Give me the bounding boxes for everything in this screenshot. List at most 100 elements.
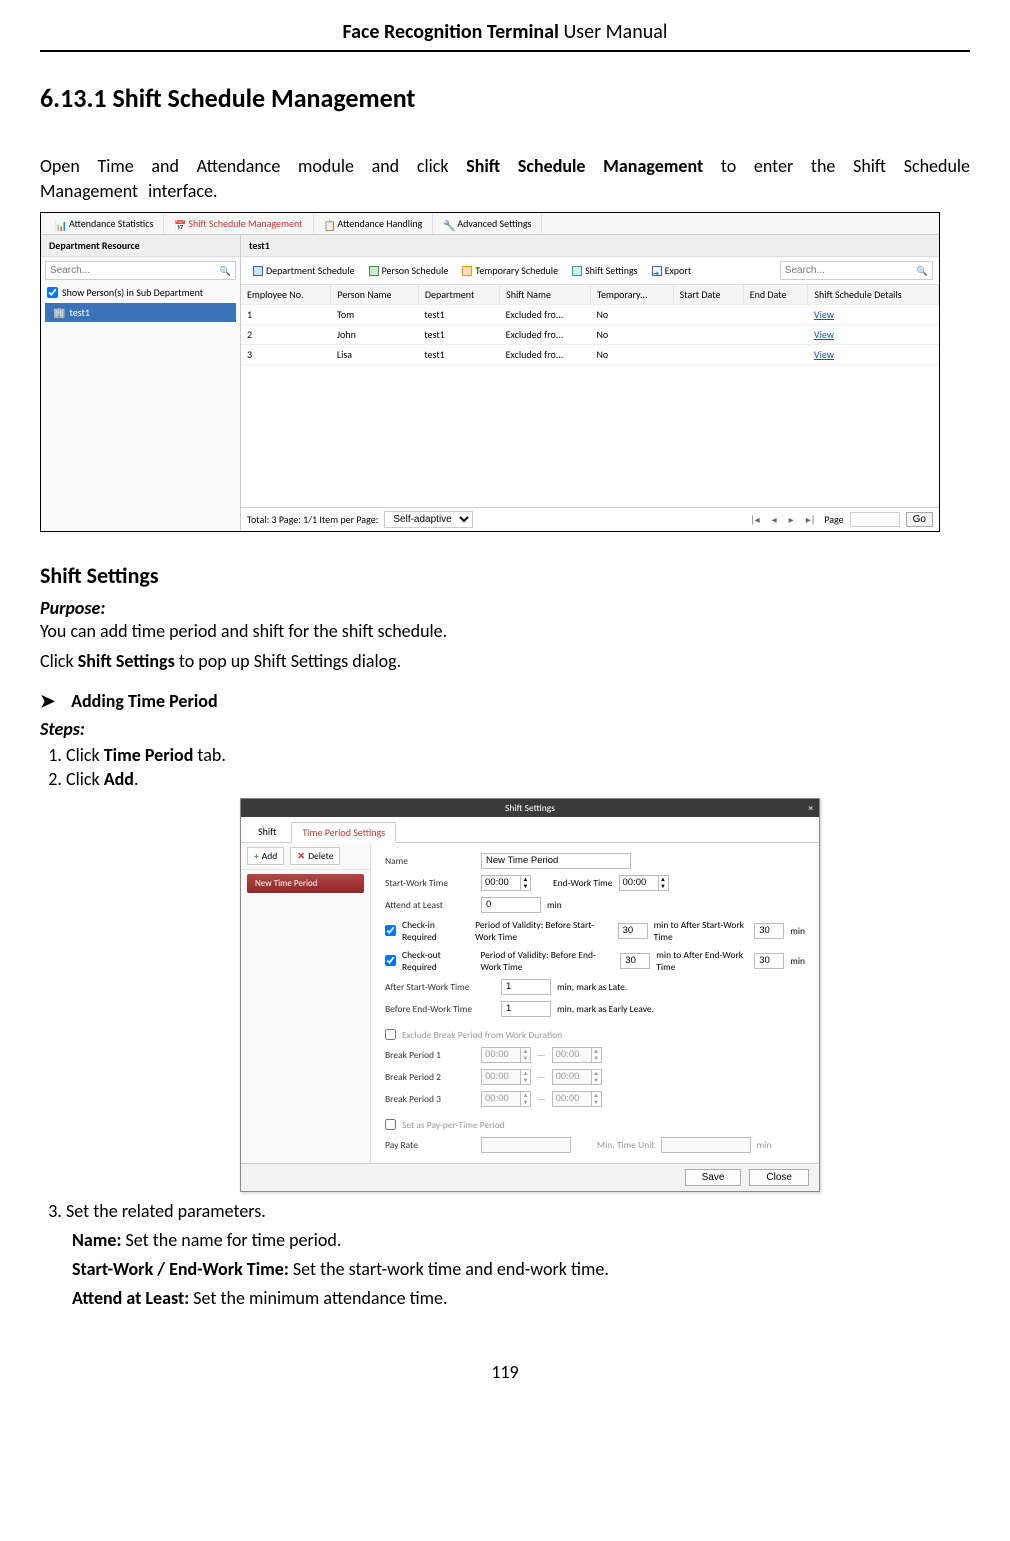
- chevron-down-icon[interactable]: ▼: [521, 883, 530, 890]
- col-end-date[interactable]: End Date: [743, 285, 808, 305]
- view-link[interactable]: View: [814, 328, 834, 341]
- pager-first[interactable]: |◂: [747, 513, 763, 526]
- tab-attendance-handling[interactable]: 📋 Attendance Handling: [314, 214, 434, 233]
- purpose-text: You can add time period and shift for th…: [40, 619, 970, 644]
- view-link[interactable]: View: [814, 308, 834, 321]
- min-time-unit-input[interactable]: [661, 1137, 751, 1153]
- break2-start[interactable]: [482, 1070, 520, 1084]
- main-search[interactable]: [780, 261, 933, 280]
- checkout-required-checkbox[interactable]: [385, 955, 396, 966]
- add-button[interactable]: +Add: [247, 847, 284, 865]
- break2-end[interactable]: [553, 1070, 591, 1084]
- page-label: Page: [824, 513, 843, 526]
- close-button[interactable]: Close: [749, 1169, 809, 1186]
- delete-button[interactable]: ✕Delete: [290, 847, 340, 865]
- department-schedule-button[interactable]: Department Schedule: [247, 262, 361, 279]
- after-start-input[interactable]: [754, 923, 784, 939]
- section-title: Shift Schedule Management: [113, 82, 416, 114]
- step-2: Click Add.: [66, 768, 970, 790]
- break3-start[interactable]: [482, 1092, 520, 1106]
- late-threshold-input[interactable]: [501, 979, 551, 995]
- sidebar-search[interactable]: [45, 261, 236, 280]
- schedule-table: Employee No. Person Name Department Shif…: [241, 285, 939, 365]
- pay-per-time-checkbox[interactable]: [385, 1119, 396, 1130]
- click-shift-settings: Click Shift Settings to pop up Shift Set…: [40, 649, 970, 674]
- table-row[interactable]: 2 John test1 Excluded fro... No View: [241, 325, 939, 345]
- tab-attendance-statistics[interactable]: 📊 Attendance Statistics: [45, 214, 164, 233]
- page-input[interactable]: [850, 512, 900, 527]
- items-per-page-select[interactable]: Self-adaptive: [384, 511, 473, 528]
- pager-summary: Total: 3 Page: 1/1 Item per Page:: [247, 513, 378, 526]
- checkin-required-checkbox[interactable]: [385, 925, 396, 936]
- go-button[interactable]: Go: [906, 512, 933, 527]
- steps-list-cont: Set the related parameters.: [66, 1200, 970, 1222]
- table-row[interactable]: 1 Tom test1 Excluded fro... No View: [241, 305, 939, 325]
- exclude-break-label: Exclude Break Period from Work Duration: [402, 1029, 562, 1041]
- col-temporary[interactable]: Temporary...: [590, 285, 673, 305]
- start-work-spinner[interactable]: ▲▼: [481, 875, 531, 891]
- end-work-label: End-Work Time: [553, 877, 613, 889]
- tab-time-period-settings[interactable]: Time Period Settings: [291, 822, 396, 843]
- temporary-schedule-button[interactable]: Temporary Schedule: [456, 262, 564, 279]
- dept-icon: [253, 266, 263, 276]
- end-work-spinner[interactable]: ▲▼: [619, 875, 669, 891]
- shift-settings-button[interactable]: Shift Settings: [566, 262, 644, 279]
- period-list-item[interactable]: New Time Period: [247, 874, 364, 893]
- col-empno[interactable]: Employee No.: [241, 285, 331, 305]
- col-shift-name[interactable]: Shift Name: [500, 285, 591, 305]
- pay-per-time-label: Set as Pay-per-Time Period: [402, 1119, 505, 1131]
- pay-rate-input[interactable]: [481, 1137, 571, 1153]
- x-icon: ✕: [297, 850, 305, 862]
- main-search-input[interactable]: [785, 265, 917, 276]
- search-icon[interactable]: [917, 264, 928, 277]
- section-number: 6.13.1: [40, 82, 107, 114]
- stats-icon: 📊: [55, 219, 65, 229]
- wrench-icon: 🔧: [443, 219, 453, 229]
- pager-last[interactable]: ▸|: [803, 513, 819, 526]
- pov-before-end: Period of Validity: Before End-Work Time: [480, 949, 614, 973]
- search-icon[interactable]: [220, 264, 231, 277]
- table-row[interactable]: 3 Lisa test1 Excluded fro... No View: [241, 345, 939, 365]
- before-start-input[interactable]: [618, 923, 648, 939]
- pager-prev[interactable]: ◂: [769, 513, 780, 526]
- param-name: Name: Set the name for time period.: [72, 1228, 970, 1253]
- shift-settings-heading: Shift Settings: [40, 562, 970, 589]
- name-label: Name: [385, 855, 475, 867]
- col-person-name[interactable]: Person Name: [331, 285, 418, 305]
- person-schedule-button[interactable]: Person Schedule: [363, 262, 455, 279]
- tree-item-test1[interactable]: 🏢 test1: [45, 303, 236, 322]
- export-button[interactable]: Export: [646, 262, 698, 279]
- col-details[interactable]: Shift Schedule Details: [808, 285, 939, 305]
- attend-input[interactable]: [481, 897, 541, 913]
- page-header: Face Recognition Terminal User Manual: [40, 20, 970, 52]
- view-link[interactable]: View: [814, 348, 834, 361]
- exclude-break-checkbox[interactable]: [385, 1029, 396, 1040]
- before-end-input[interactable]: [620, 953, 650, 969]
- show-sub-checkbox[interactable]: [47, 287, 58, 298]
- attend-label: Attend at Least: [385, 899, 475, 911]
- break1-start[interactable]: [482, 1048, 520, 1062]
- close-icon[interactable]: ×: [808, 802, 813, 814]
- tab-shift[interactable]: Shift: [247, 821, 287, 842]
- pager-next[interactable]: ▸: [786, 513, 797, 526]
- tab-shift-schedule-management[interactable]: 📅 Shift Schedule Management: [164, 214, 313, 233]
- name-input[interactable]: [481, 853, 631, 869]
- tab-advanced-settings[interactable]: 🔧 Advanced Settings: [433, 214, 542, 233]
- main-title: test1: [241, 235, 939, 257]
- temp-icon: [462, 266, 472, 276]
- pov-before-start: Period of Validity: Before Start-Work Ti…: [475, 919, 611, 943]
- break1-end[interactable]: [553, 1048, 591, 1062]
- col-department[interactable]: Department: [418, 285, 499, 305]
- break3-end[interactable]: [553, 1092, 591, 1106]
- after-end-input[interactable]: [754, 953, 784, 969]
- page-number: 119: [40, 1361, 970, 1383]
- chevron-down-icon[interactable]: ▼: [659, 883, 668, 890]
- before-end-early-label: Before End-Work Time: [385, 1003, 495, 1015]
- break3-label: Break Period 3: [385, 1093, 475, 1105]
- early-threshold-input[interactable]: [501, 1001, 551, 1017]
- sidebar-search-input[interactable]: [50, 265, 220, 276]
- col-start-date[interactable]: Start Date: [673, 285, 743, 305]
- show-sub-label: Show Person(s) in Sub Department: [62, 286, 203, 299]
- product-name: Face Recognition Terminal: [343, 20, 559, 44]
- save-button[interactable]: Save: [685, 1169, 742, 1186]
